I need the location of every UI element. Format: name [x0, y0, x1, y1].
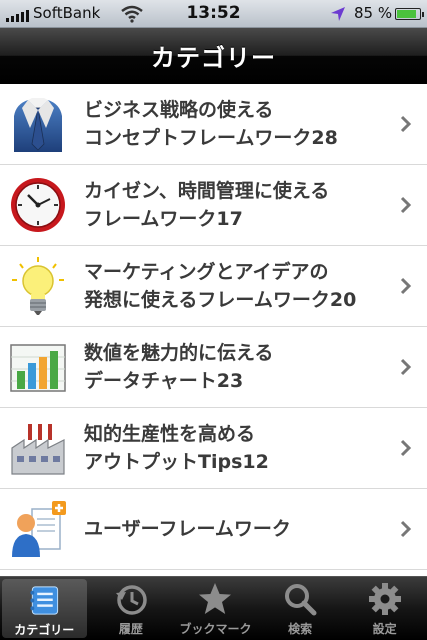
- battery-percent: 85 %: [354, 4, 393, 22]
- chevron-right-icon: [400, 277, 412, 295]
- list-item-title-line1: ユーザーフレームワーク: [84, 518, 291, 540]
- list-item-title-line1: カイゼン、時間管理に使える: [84, 180, 330, 202]
- battery-icon: [395, 8, 424, 20]
- list-item-title-line2: データチャート23: [84, 370, 244, 392]
- tab-bookmark[interactable]: ブックマーク: [173, 577, 258, 640]
- category-list: ビジネス戦略の使える コンセプトフレームワーク28 カイゼン、時間管理に使える …: [0, 84, 427, 570]
- star-icon: [199, 583, 232, 614]
- tab-bar: カテゴリー 履歴 ブックマーク 検索 設定: [0, 576, 427, 640]
- bar-chart-icon: [10, 344, 66, 392]
- user-add-icon: [12, 501, 66, 557]
- tab-label: 検索: [288, 622, 313, 636]
- chevron-right-icon: [400, 196, 412, 214]
- tab-history[interactable]: 履歴: [89, 577, 174, 640]
- suit-tie-icon: [14, 98, 62, 152]
- page-title: カテゴリー: [151, 44, 276, 72]
- list-item-title-line2: アウトプットTips12: [84, 451, 269, 473]
- chevron-right-icon: [400, 358, 412, 376]
- list-item-title-line2: 発想に使えるフレームワーク20: [84, 289, 357, 311]
- list-item[interactable]: 知的生産性を高める アウトプットTips12: [0, 408, 427, 489]
- lightbulb-icon: [12, 257, 64, 315]
- list-item[interactable]: マーケティングとアイデアの 発想に使えるフレームワーク20: [0, 246, 427, 327]
- list-item[interactable]: カイゼン、時間管理に使える フレームワーク17: [0, 165, 427, 246]
- list-item-title-line2: コンセプトフレームワーク28: [84, 127, 338, 149]
- list-item-title-line1: ビジネス戦略の使える: [84, 99, 274, 121]
- location-arrow-icon: [331, 7, 345, 21]
- clock-icon: [11, 178, 65, 232]
- tab-label: カテゴリー: [14, 623, 75, 637]
- gear-icon: [368, 583, 401, 615]
- list-item[interactable]: 数値を魅力的に伝える データチャート23: [0, 327, 427, 408]
- tab-label: ブックマーク: [179, 622, 252, 636]
- chevron-right-icon: [400, 520, 412, 538]
- list-item[interactable]: ユーザーフレームワーク: [0, 489, 427, 570]
- tab-category[interactable]: カテゴリー: [2, 579, 87, 638]
- tab-settings[interactable]: 設定: [342, 577, 427, 640]
- tab-label: 設定: [372, 622, 397, 636]
- factory-icon: [11, 424, 65, 475]
- history-icon: [115, 585, 147, 615]
- chevron-right-icon: [400, 115, 412, 133]
- list-item-title-line1: マーケティングとアイデアの: [84, 261, 329, 283]
- list-item[interactable]: ビジネス戦略の使える コンセプトフレームワーク28: [0, 84, 427, 165]
- list-item-title-line1: 知的生産性を高める: [84, 423, 256, 445]
- navigation-bar: カテゴリー: [0, 28, 427, 84]
- search-icon: [285, 584, 317, 616]
- list-item-title-line2: フレームワーク17: [84, 208, 243, 230]
- tab-search[interactable]: 検索: [258, 577, 343, 640]
- list-item-title-line1: 数値を魅力的に伝える: [84, 342, 274, 364]
- tab-label: 履歴: [118, 622, 143, 636]
- status-bar: SoftBank 13:52 85 %: [0, 0, 427, 28]
- chevron-right-icon: [400, 439, 412, 457]
- category-list-icon: [30, 586, 59, 615]
